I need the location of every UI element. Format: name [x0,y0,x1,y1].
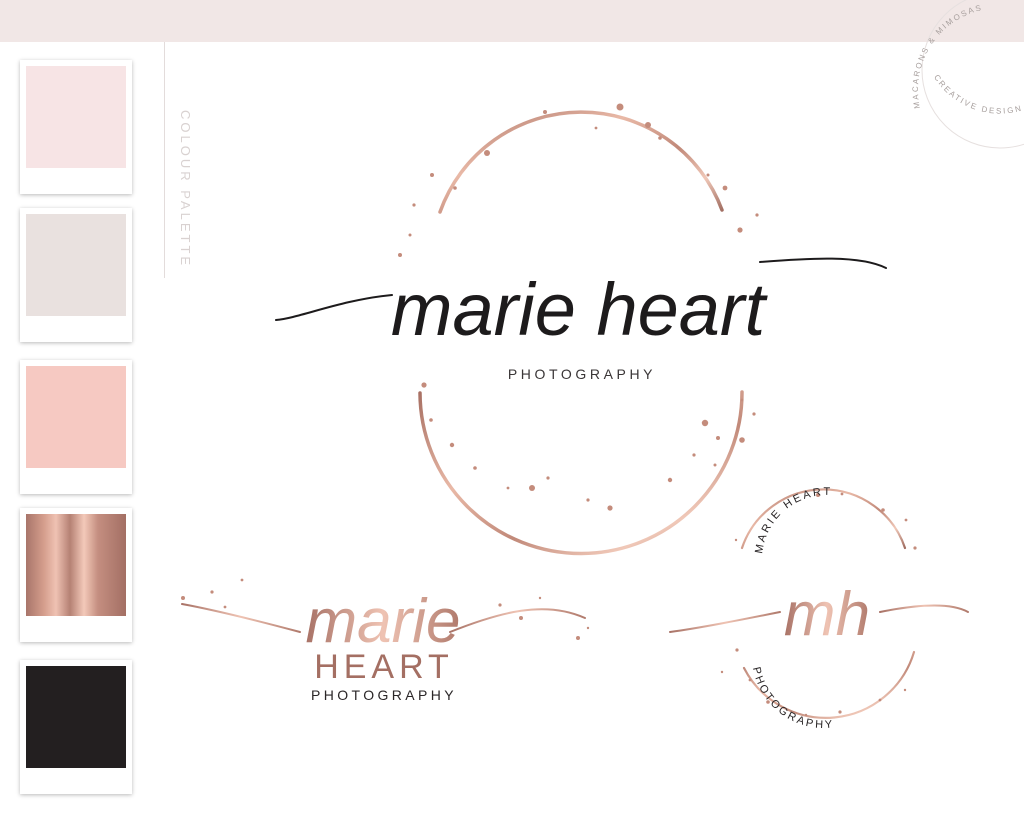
main-logo-ring-top [438,110,724,214]
badge-logo-swash-right [879,604,969,613]
logo-stage: MACARONS & MIMOSAS CREATIVE DESIGN marie… [181,0,1024,731]
badge-logo-monogram: mh [784,580,870,649]
secondary-logo-swash-left [181,603,301,633]
main-logo: marie heart PHOTOGRAPHY [275,103,887,556]
studio-badge: MACARONS & MIMOSAS CREATIVE DESIGN [911,0,1024,149]
main-logo-tagline: PHOTOGRAPHY [508,366,656,382]
secondary-logo-tagline: PHOTOGRAPHY [311,687,457,703]
badge-logo-upper-arc: MARIE HEART [753,486,833,555]
secondary-logo-swash-right [449,608,586,633]
studio-badge-lower-text: CREATIVE DESIGN [932,73,1024,116]
main-logo-swash-right [759,257,887,269]
secondary-logo-script: marie [305,587,460,656]
secondary-logo-name: HEART [314,648,454,686]
badge-logo-lower-arc: PHOTOGRAPHY [750,666,835,731]
main-logo-ring-bottom [418,390,744,556]
badge-logo-ring-bottom [742,650,916,719]
main-logo-swash-left [275,294,393,321]
badge-logo: MARIE HEART mh PHOTOGRAPHY [669,486,969,731]
badge-logo-swash-left [669,611,781,633]
studio-badge-ring [921,0,1024,149]
main-logo-script: marie heart [391,268,769,351]
secondary-logo: marie HEART PHOTOGRAPHY [181,578,590,703]
